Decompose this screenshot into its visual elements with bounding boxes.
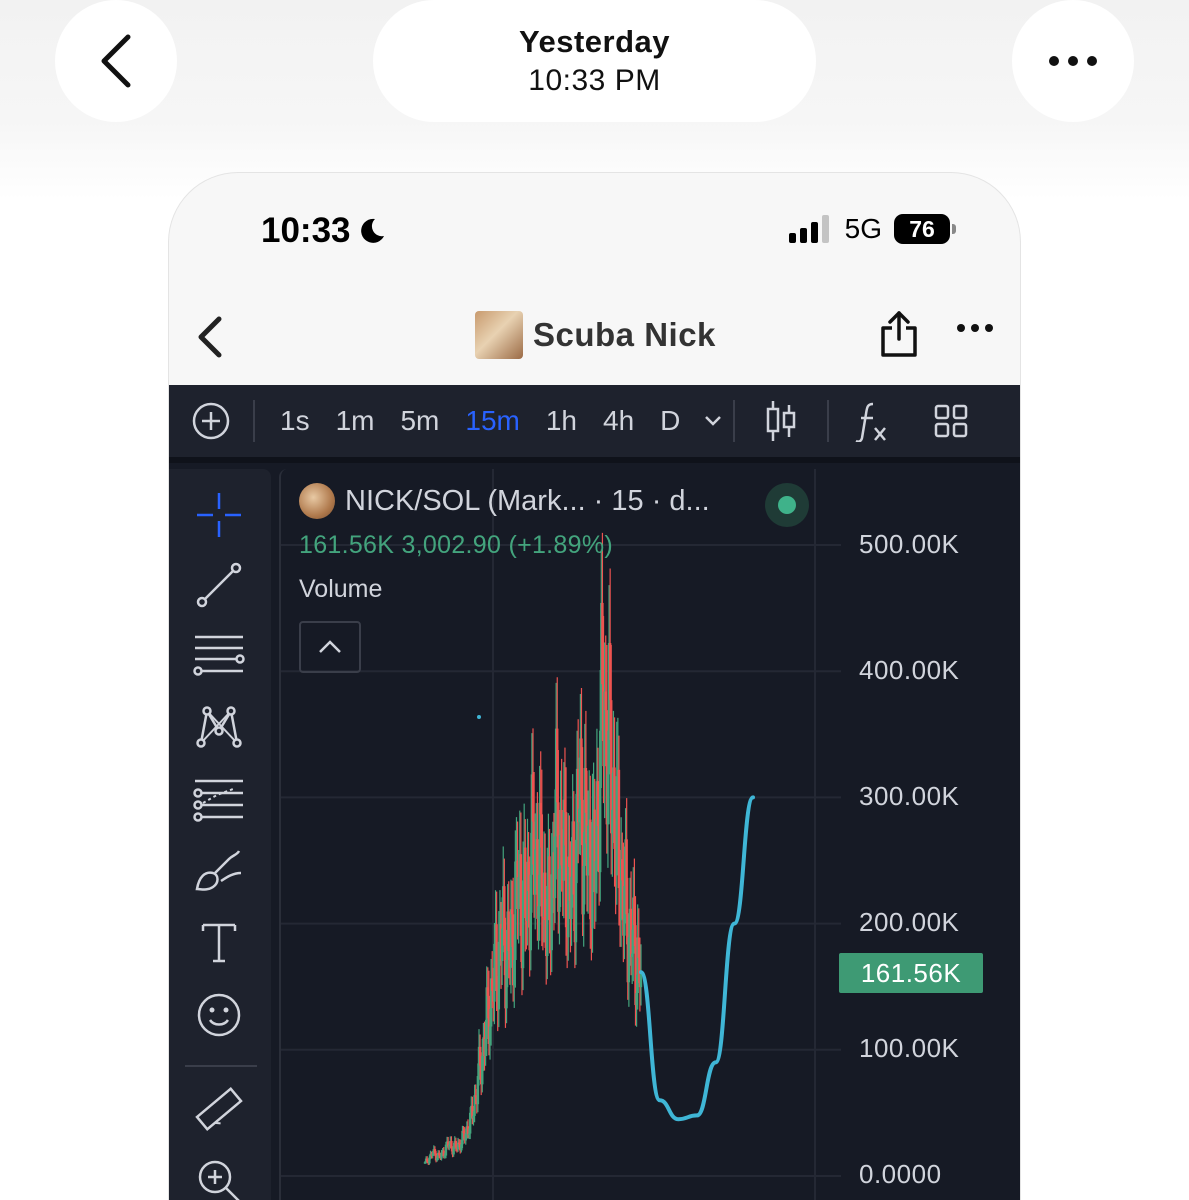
brush-tool[interactable]	[193, 845, 245, 897]
symbol-legend[interactable]: NICK/SOL (Mark... · 15 · d...	[299, 483, 710, 519]
symbol-label: NICK/SOL (Mark... · 15 · d...	[345, 484, 710, 517]
timeframe-5m[interactable]: 5m	[387, 405, 452, 437]
candles	[423, 532, 643, 1166]
message-date: Yesterday	[519, 24, 670, 59]
brush-icon	[195, 850, 242, 891]
trend-line-tool[interactable]	[193, 559, 245, 611]
grid-icon	[935, 404, 968, 438]
moon-icon	[360, 218, 384, 243]
message-date-pill: Yesterday 10:33 PM	[373, 0, 816, 122]
plus-circle-icon	[192, 402, 230, 440]
toolbar-divider	[253, 400, 255, 442]
function-icon	[855, 402, 887, 442]
zoom-tool[interactable]	[193, 1155, 245, 1200]
contact-name: Scuba Nick	[533, 316, 716, 353]
text-icon	[201, 923, 237, 963]
avatar	[475, 311, 523, 359]
nav-more-button[interactable]	[957, 323, 993, 333]
share-button[interactable]	[879, 309, 919, 359]
share-icon	[881, 311, 917, 357]
chart-pane[interactable]: NICK/SOL (Mark... · 15 · d... 161.56K 3,…	[279, 469, 1021, 1200]
chart-type-button[interactable]	[735, 399, 827, 443]
message-time: 10:33 PM	[528, 64, 661, 97]
timeframe-1h[interactable]: 1h	[533, 405, 590, 437]
zoom-in-icon	[198, 1160, 240, 1200]
timeframe-d[interactable]: D	[647, 405, 693, 437]
drawn-curve	[639, 795, 755, 1122]
y-axis-label: 0.0000	[859, 1159, 942, 1189]
add-symbol-button[interactable]	[169, 401, 253, 441]
y-axis-label: 200.00K	[859, 907, 960, 937]
viewer-back-button[interactable]	[55, 0, 177, 122]
toolbar-divider	[185, 1065, 257, 1067]
network-type: 5G	[844, 213, 882, 244]
smiley-icon	[197, 993, 241, 1037]
emoji-tool[interactable]	[193, 989, 245, 1041]
price-chart[interactable]	[281, 469, 1021, 1200]
timeframe-1m[interactable]: 1m	[323, 405, 388, 437]
chevron-up-icon	[319, 640, 341, 653]
ruler-icon	[195, 1086, 243, 1132]
collapse-legend-button[interactable]	[299, 621, 361, 673]
candlestick-icon	[767, 401, 796, 441]
nav-back-button[interactable]	[195, 315, 225, 359]
chevron-down-icon	[705, 416, 722, 426]
forecast-tool[interactable]	[193, 773, 245, 825]
trend-line-icon	[196, 562, 242, 608]
battery-indicator: 76	[894, 214, 956, 244]
current-price-tag: 161.56K	[839, 953, 983, 993]
timeframe-15m[interactable]: 15m	[452, 405, 532, 437]
ellipsis-icon	[957, 324, 993, 332]
chart-app: 1s 1m 5m 15m 1h 4h D NICK/SOL (Mark... ·…	[169, 385, 1021, 1200]
timeframe-4h[interactable]: 4h	[590, 405, 647, 437]
indicators-button[interactable]	[829, 400, 917, 442]
y-axis-label: 400.00K	[859, 655, 960, 685]
phone-screenshot: 10:33 5G 76 Scuba Nick 1s 1m 5m 15m 1h 4…	[168, 172, 1021, 1200]
status-time: 10:33	[261, 211, 387, 251]
coin-logo	[299, 483, 335, 519]
y-axis-label: 300.00K	[859, 781, 960, 811]
layout-button[interactable]	[917, 404, 985, 438]
chevron-left-icon	[101, 34, 131, 88]
y-axis-label: 500.00K	[859, 529, 960, 559]
signal-icon	[788, 215, 829, 243]
forecast-icon	[193, 779, 243, 822]
text-tool[interactable]	[193, 917, 245, 969]
timeframe-1s[interactable]: 1s	[267, 405, 323, 437]
market-status-indicator[interactable]	[765, 483, 809, 527]
horizontal-lines-icon	[193, 635, 245, 676]
stray-point	[477, 715, 481, 719]
pattern-tool[interactable]	[193, 701, 245, 753]
ellipsis-icon	[1049, 56, 1097, 66]
timeframe-dropdown[interactable]	[693, 414, 733, 428]
y-axis-label: 100.00K	[859, 1033, 960, 1063]
pattern-icon	[196, 706, 242, 748]
drawing-toolbar	[169, 469, 271, 1200]
crosshair-icon	[197, 493, 241, 537]
viewer-more-button[interactable]	[1012, 0, 1134, 122]
fib-retracement-tool[interactable]	[193, 629, 245, 681]
volume-indicator-label: Volume	[299, 575, 383, 603]
crosshair-tool[interactable]	[193, 489, 245, 541]
chart-toolbar: 1s 1m 5m 15m 1h 4h D	[169, 385, 1020, 463]
measure-tool[interactable]	[193, 1083, 245, 1135]
chevron-left-icon	[198, 316, 222, 358]
ohlc-values: 161.56K 3,002.90 (+1.89%)	[299, 531, 613, 559]
nav-title: Scuba Nick	[475, 311, 716, 359]
status-indicators: 5G 76	[788, 213, 956, 245]
